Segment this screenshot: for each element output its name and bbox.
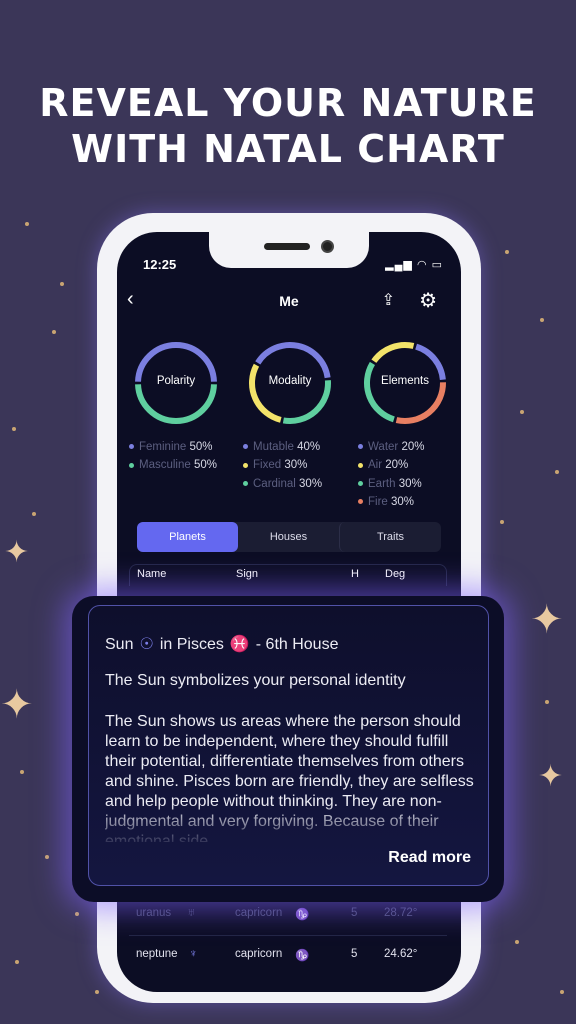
legend-label: Fire xyxy=(368,495,388,508)
ring-label: Modality xyxy=(268,375,312,387)
headline-line-1: REVEAL YOUR NATURE xyxy=(39,81,537,125)
ring-elements: Elements xyxy=(362,340,448,426)
legend-dot xyxy=(358,499,363,505)
degree: 28.72° xyxy=(384,907,418,919)
ring-segment-mutable xyxy=(255,342,331,379)
legend-item: Fire 30% xyxy=(358,493,424,511)
legend-label: Fixed xyxy=(253,459,282,472)
nav-bar: ‹ Me ⇪ ⚙ xyxy=(117,288,461,314)
pisces-icon: ♓ xyxy=(229,636,250,653)
status-icons: ▂▄▆ ◠ ▭ xyxy=(385,259,443,271)
headline-line-2: WITH NATAL CHART xyxy=(71,127,505,171)
legend-value: 50% xyxy=(189,441,213,453)
house: 5 xyxy=(351,907,358,919)
gear-icon[interactable]: ⚙ xyxy=(419,288,437,313)
legend-item: Air 20% xyxy=(358,456,424,474)
sign-text: in Pisces xyxy=(159,636,224,653)
legend-dot xyxy=(129,462,134,468)
legend-label: Water xyxy=(368,441,399,453)
sign-symbol: ♑ xyxy=(295,909,310,921)
house: 5 xyxy=(351,948,358,960)
card-subtitle: The Sun symbolizes your personal identit… xyxy=(105,672,406,689)
planet-symbol: ♆ xyxy=(189,948,198,960)
sun-icon: ☉ xyxy=(139,636,154,653)
legend-value: 20% xyxy=(401,441,425,453)
legend-value: 30% xyxy=(284,459,308,472)
page-title: Me xyxy=(279,293,299,309)
planet-detail-card: Sun ☉ in Pisces ♓ - 6th House The Sun symbol… xyxy=(72,596,504,902)
legend-item: Masculine 50% xyxy=(129,456,217,474)
legend-label: Mutable xyxy=(253,441,294,453)
notch xyxy=(209,232,369,268)
share-icon[interactable]: ⇪ xyxy=(382,290,395,310)
ring-segment-fire xyxy=(395,382,446,424)
col-house: H xyxy=(351,568,359,580)
ring-segment-fixed xyxy=(249,363,282,423)
ring-segment-air xyxy=(371,342,415,364)
col-deg: Deg xyxy=(385,568,406,580)
legend-label: Air xyxy=(368,459,383,472)
card-inner: Sun ☉ in Pisces ♓ - 6th House The Sun symbol… xyxy=(88,605,489,886)
legend-dot xyxy=(243,444,248,450)
tab-houses[interactable]: Houses xyxy=(238,522,339,552)
ring-modality: Modality xyxy=(247,340,333,426)
legend-dot xyxy=(358,481,363,487)
tab-traits[interactable]: Traits xyxy=(339,522,441,552)
legend-value: 30% xyxy=(398,477,422,490)
ring-label: Polarity xyxy=(156,375,196,387)
legend-modality: Mutable 40% Fixed 30% Cardinal 30% xyxy=(243,438,322,493)
headline: REVEAL YOUR NATURE WITH NATAL CHART xyxy=(0,80,576,172)
legend-item: Water 20% xyxy=(358,438,424,456)
read-more-button[interactable]: Read more xyxy=(388,849,471,867)
legend-value: 40% xyxy=(297,441,321,453)
planet-name: uranus xyxy=(136,907,172,919)
legend-item: Earth 30% xyxy=(358,475,424,493)
sign-symbol: ♑ xyxy=(295,950,310,962)
legend-label: Earth xyxy=(368,477,396,490)
table-header: Name Sign H Deg xyxy=(129,564,447,586)
legend-item: Mutable 40% xyxy=(243,438,322,456)
legend-value: 30% xyxy=(391,495,415,508)
table-row[interactable]: neptune ♆ capricorn ♑ 5 24.62° xyxy=(129,935,447,975)
card-heading: Sun ☉ in Pisces ♓ - 6th House xyxy=(105,634,338,654)
legend-item: Fixed 30% xyxy=(243,456,322,474)
legend-label: Masculine xyxy=(139,459,191,472)
status-time: 12:25 xyxy=(143,257,177,272)
ring-label: Elements xyxy=(381,375,429,387)
legend-dot xyxy=(243,481,248,487)
legend-label: Cardinal xyxy=(253,477,296,490)
house-text: - 6th House xyxy=(255,636,339,653)
legend-dot xyxy=(358,444,363,450)
legend-label: Feminine xyxy=(139,441,187,453)
ring-polarity: Polarity xyxy=(133,340,219,426)
col-sign: Sign xyxy=(236,568,259,580)
planet-symbol: ♅ xyxy=(187,907,196,919)
sign-name: capricorn xyxy=(235,948,283,960)
legend-value: 30% xyxy=(299,477,323,490)
tab-planets[interactable]: Planets xyxy=(137,522,238,552)
legend-item: Feminine 50% xyxy=(129,438,217,456)
legend-dot xyxy=(358,462,363,468)
legend-item: Cardinal 30% xyxy=(243,475,322,493)
sign-name: capricorn xyxy=(235,907,283,919)
degree: 24.62° xyxy=(384,948,418,960)
legend-dot xyxy=(243,462,248,468)
planet-name: neptune xyxy=(136,948,178,960)
ring-segment-earth xyxy=(364,361,395,423)
ring-segment-masculine xyxy=(135,384,217,424)
card-body: The Sun shows us areas where the person … xyxy=(105,713,474,842)
legend-value: 50% xyxy=(193,459,218,472)
legend-polarity: Feminine 50% Masculine 50% xyxy=(129,438,217,475)
tab-bar: Planets Houses Traits xyxy=(137,522,441,552)
legend-value: 20% xyxy=(385,459,409,472)
col-name: Name xyxy=(137,568,167,580)
legend-dot xyxy=(129,444,134,450)
planet-name: Sun xyxy=(105,636,134,653)
legend-elements: Water 20% Air 20% Earth 30% Fire 30% xyxy=(358,438,424,511)
